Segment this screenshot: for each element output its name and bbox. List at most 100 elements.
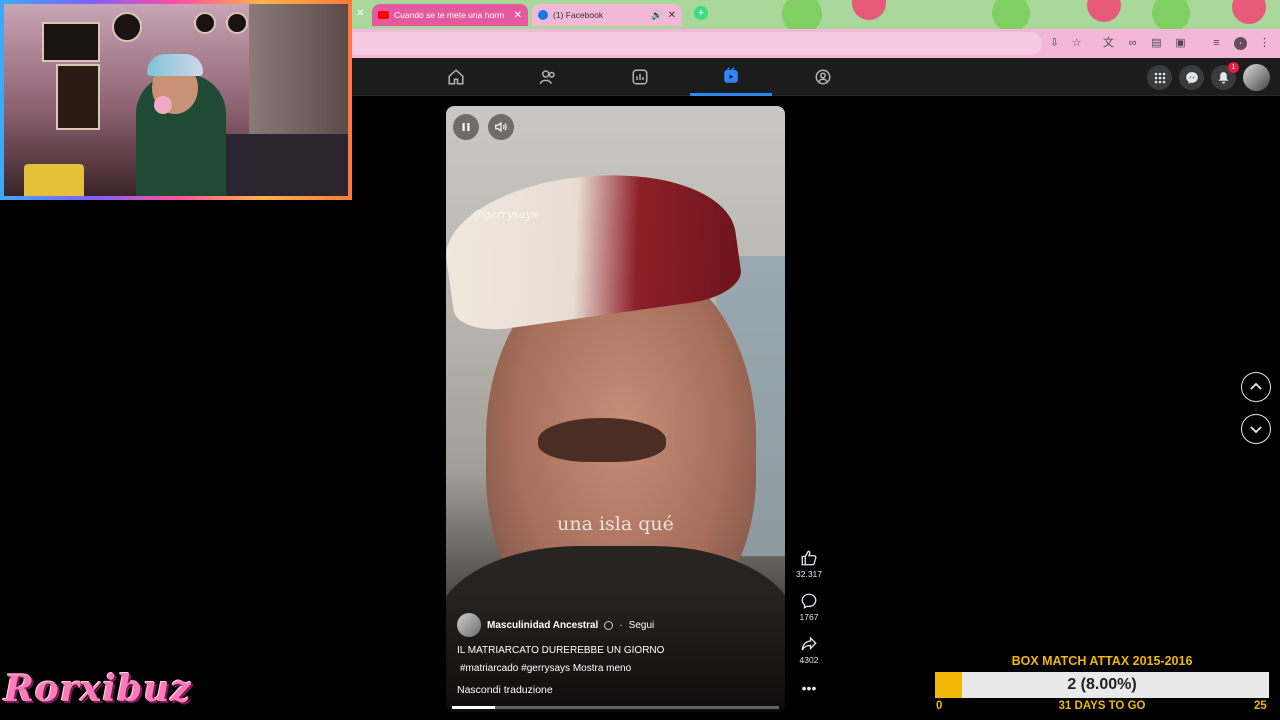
pause-icon: [462, 123, 470, 131]
menu-grid-button[interactable]: [1147, 65, 1172, 90]
nav-friends[interactable]: [507, 58, 589, 96]
separator: ·: [619, 619, 623, 631]
show-less-button[interactable]: Mostra meno: [573, 663, 631, 674]
chevron-down-icon: [1250, 426, 1262, 434]
decoration: [1232, 0, 1266, 24]
video-watermark: @gerrysays: [472, 208, 538, 221]
facebook-icon: [538, 10, 548, 20]
streamer-logo: Rorxibuz: [4, 668, 192, 710]
nav-reels[interactable]: [690, 58, 772, 96]
video-subtitle: una isla qué: [557, 513, 674, 535]
hide-translation-button[interactable]: Nascondi traduzione: [457, 684, 553, 696]
goal-title: BOX MATCH ATTAX 2015-2016: [1011, 654, 1193, 668]
pause-button[interactable]: [453, 114, 479, 140]
home-icon: [448, 69, 464, 85]
messenger-button[interactable]: [1179, 65, 1204, 90]
comment-count: 1767: [799, 612, 819, 622]
decoration: [782, 0, 822, 29]
tab-title: Cuando se te mete una horm: [394, 10, 505, 20]
tab-youtube[interactable]: Cuando se te mete una horm ✕: [372, 4, 528, 26]
decoration: [852, 0, 886, 20]
share-button[interactable]: 4302: [791, 635, 827, 665]
verified-icon: [604, 620, 614, 630]
notifications-button[interactable]: 1: [1211, 62, 1239, 90]
menu-dots-icon[interactable]: ⋮: [1258, 37, 1271, 50]
youtube-icon: [378, 11, 389, 19]
reel-description: IL MATRIARCATO DUREREBBE UN GIORNO: [457, 645, 665, 656]
extension-icon[interactable]: ▣: [1174, 37, 1187, 50]
goal-progress-text: 2 (8.00%): [1067, 676, 1137, 693]
microphone: [154, 96, 172, 114]
speaker-icon[interactable]: 🔊: [651, 10, 662, 21]
profile-icon[interactable]: ·: [1234, 37, 1247, 50]
like-button[interactable]: 32.317: [791, 549, 827, 579]
goal-progress-bar: 2 (8.00%): [935, 672, 1269, 698]
speaker-icon: [495, 121, 507, 133]
browser-tab-bar: ✕ Cuando se te mete una horm ✕ (1) Faceb…: [352, 0, 1280, 29]
decoration: [992, 0, 1030, 29]
video-mustache: [538, 418, 666, 462]
address-input[interactable]: [352, 32, 1042, 55]
share-count: 4302: [799, 655, 819, 665]
bookmark-star-icon[interactable]: ☆: [1070, 37, 1083, 50]
close-icon[interactable]: ✕: [668, 10, 676, 21]
tab-facebook[interactable]: (1) Facebook 🔊 ✕: [532, 4, 682, 26]
desk-items: [24, 164, 84, 196]
reel-tags: #matriarcado #gerrysays Mostra meno: [460, 663, 631, 674]
messenger-icon: [1185, 71, 1198, 84]
wall-record: [226, 12, 248, 34]
comment-icon: [801, 593, 817, 609]
streamer-cap: [147, 54, 203, 76]
grid-icon: [1154, 72, 1165, 83]
comment-button[interactable]: 1767: [791, 592, 827, 622]
wall-poster: [56, 64, 100, 130]
facebook-header: 1: [352, 58, 1280, 96]
author-avatar[interactable]: [457, 613, 481, 637]
previous-reel-button[interactable]: [1241, 372, 1271, 402]
more-options-button[interactable]: •••: [791, 680, 827, 696]
address-bar-row: ⇩ ☆ 文 ∞ ▤ ▣ ≡ · ⋮: [352, 29, 1280, 58]
chair: [214, 134, 348, 196]
wall-record: [112, 12, 142, 42]
notification-badge: 1: [1228, 62, 1239, 73]
decoration: [1087, 0, 1121, 22]
decoration: [1152, 0, 1190, 29]
nav-feeds[interactable]: [599, 58, 681, 96]
chevron-up-icon: [1250, 382, 1262, 390]
translate-icon[interactable]: 文: [1102, 37, 1115, 50]
goal-days-left: 31 DAYS TO GO: [1058, 700, 1146, 712]
close-icon[interactable]: ✕: [356, 8, 364, 19]
next-reel-button[interactable]: [1241, 414, 1271, 444]
share-icon: [801, 636, 817, 651]
author-name[interactable]: Masculinidad Ancestral: [487, 620, 598, 631]
volume-button[interactable]: [488, 114, 514, 140]
friends-icon: [539, 70, 555, 84]
new-tab-button[interactable]: +: [694, 6, 708, 20]
more-dots-icon: •••: [801, 680, 817, 696]
bell-icon: [1218, 72, 1229, 84]
like-count: 32.317: [796, 569, 822, 579]
nav-groups[interactable]: [782, 58, 864, 96]
reel-video[interactable]: @gerrysays una isla qué Masculinidad Anc…: [446, 106, 785, 712]
groups-icon: [815, 69, 831, 85]
video-progress-fill: [452, 706, 495, 709]
tab-title: (1) Facebook: [553, 10, 604, 20]
reels-icon: [724, 66, 738, 83]
feeds-icon: [632, 69, 648, 85]
link-icon[interactable]: ∞: [1126, 37, 1139, 50]
video-progress[interactable]: [452, 706, 779, 709]
thumbs-up-icon: [801, 550, 817, 566]
wall-record: [194, 12, 216, 34]
reader-icon[interactable]: ▤: [1150, 37, 1163, 50]
hashtags[interactable]: #matriarcado #gerrysays: [460, 663, 570, 674]
goal-end: 25: [1254, 700, 1267, 712]
install-icon[interactable]: ⇩: [1048, 37, 1061, 50]
reel-author: Masculinidad Ancestral · Segui: [457, 613, 654, 637]
follow-button[interactable]: Segui: [629, 620, 655, 631]
nav-home[interactable]: [415, 58, 497, 96]
profile-avatar-button[interactable]: [1243, 64, 1270, 91]
wall-poster: [42, 22, 100, 62]
media-icon[interactable]: ≡: [1210, 37, 1223, 50]
close-icon[interactable]: ✕: [514, 10, 522, 21]
webcam-overlay: [0, 0, 352, 200]
